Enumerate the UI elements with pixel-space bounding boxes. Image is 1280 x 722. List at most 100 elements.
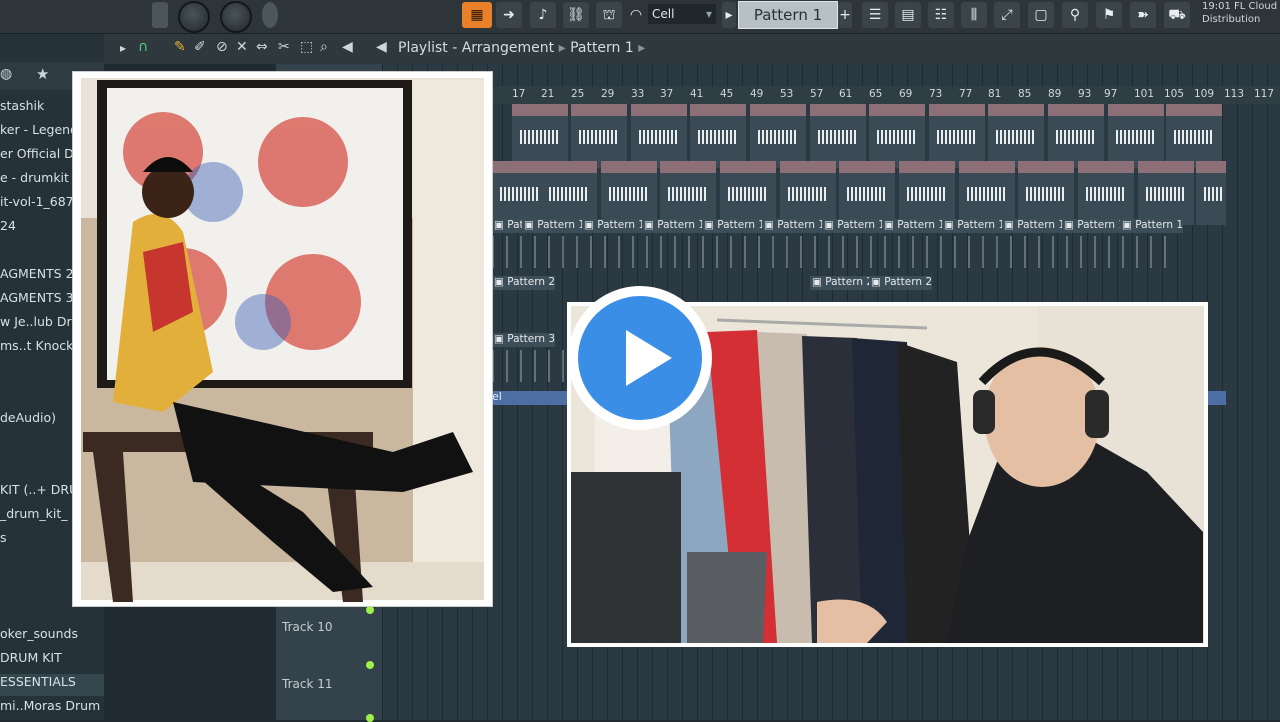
pattern-notes: [492, 236, 1166, 268]
pattern-clip-label[interactable]: ▣ Pattern 1: [942, 219, 1006, 233]
audio-clip[interactable]: [492, 161, 548, 225]
audio-clip[interactable]: [541, 161, 597, 225]
browser-item[interactable]: mi..Moras Drum Kit: [0, 698, 104, 720]
pattern-selector[interactable]: Pattern 1: [738, 1, 838, 29]
audio-clip[interactable]: [1048, 104, 1104, 168]
magnet-icon[interactable]: ∩: [138, 39, 148, 55]
pattern-prev-arrow[interactable]: ▸: [722, 2, 736, 28]
breadcrumb-arrow-icon: ▸: [638, 40, 646, 56]
audio-clip[interactable]: [988, 104, 1044, 168]
globe-icon[interactable]: ◍: [0, 66, 12, 82]
piano-roll-window-icon[interactable]: ▤: [895, 2, 921, 28]
channel-rack-icon[interactable]: ☷: [928, 2, 954, 28]
pattern-clip-label[interactable]: ▣ Pattern 3: [492, 333, 556, 347]
mixer-icon[interactable]: ⫼: [961, 2, 987, 28]
audio-clip[interactable]: [571, 104, 627, 168]
audio-clip[interactable]: [899, 161, 955, 225]
pattern-clip-text: Pattern 2: [507, 276, 556, 288]
pattern-clip-label[interactable]: ▣ Pattern 1: [822, 219, 886, 233]
delete-icon[interactable]: ⊘: [216, 39, 228, 55]
snap-select[interactable]: Cell ▾: [648, 4, 716, 24]
pattern-clip-text: Pattern 1: [1077, 219, 1126, 231]
paint-icon[interactable]: ✐: [194, 39, 206, 55]
pattern-clip-label[interactable]: ▣ Pattern 2: [492, 276, 556, 290]
audio-clip[interactable]: [660, 161, 716, 225]
audio-clip[interactable]: [810, 104, 866, 168]
plugin-icon[interactable]: ⚲: [1062, 2, 1088, 28]
pattern-clip-label[interactable]: ▣ Pattern 2: [869, 276, 933, 290]
waveform: [520, 130, 560, 144]
pattern-clip-label[interactable]: ▣ Pattern 1: [582, 219, 646, 233]
audio-clip[interactable]: [869, 104, 925, 168]
audio-clip[interactable]: [1138, 161, 1194, 225]
star-icon[interactable]: ★: [36, 65, 49, 83]
audio-clip[interactable]: [780, 161, 836, 225]
pattern-clip-label[interactable]: ▣ Pattern 1: [702, 219, 766, 233]
track-led[interactable]: [366, 661, 374, 669]
pattern-clip-label[interactable]: ▣ Pattern 1: [642, 219, 706, 233]
audio-clip[interactable]: [839, 161, 895, 225]
audio-clip[interactable]: [601, 161, 657, 225]
audio-clip[interactable]: [1078, 161, 1134, 225]
track-11-label[interactable]: Track 11: [282, 677, 332, 691]
audio-clip[interactable]: [929, 104, 985, 168]
pattern-clip-text: Pattern 1: [657, 219, 706, 231]
speaker-icon[interactable]: ◀: [342, 39, 353, 55]
ruler-tick: 41: [690, 88, 704, 100]
breadcrumb-pattern[interactable]: Pattern 1: [570, 40, 634, 56]
slice-icon[interactable]: ✂: [278, 39, 290, 55]
pattern-clip-label[interactable]: ▣ Pattern 1: [762, 219, 826, 233]
audio-clip[interactable]: [1018, 161, 1074, 225]
audio-clip[interactable]: [690, 104, 746, 168]
arrow-right-icon[interactable]: ➜: [496, 2, 522, 28]
master-pitch-knob[interactable]: [220, 1, 252, 33]
shop-icon[interactable]: ⛟: [1164, 2, 1190, 28]
audio-clip[interactable]: [631, 104, 687, 168]
link-icon[interactable]: ⛓: [563, 2, 589, 28]
audio-clip[interactable]: [720, 161, 776, 225]
browser-icon[interactable]: ▢: [1028, 2, 1054, 28]
playlist-icon[interactable]: ☰: [862, 2, 888, 28]
track-10-label[interactable]: Track 10: [282, 620, 332, 634]
playlist-title: Playlist - Arrangement: [398, 40, 555, 56]
plugin-picker-icon[interactable]: ⤢: [994, 2, 1020, 28]
slip-icon[interactable]: ⇔: [256, 39, 268, 55]
fl-cloud-panel[interactable]: 19:01 FL Cloud Distribution: [1202, 0, 1280, 30]
master-volume-knob[interactable]: [178, 1, 210, 33]
expand-arrow-icon[interactable]: ▸: [120, 41, 126, 55]
pencil-icon[interactable]: ✎: [174, 39, 186, 55]
audio-clip[interactable]: [512, 104, 568, 168]
pattern-clip-text: Pattern 1: [957, 219, 1006, 231]
level-meter[interactable]: [152, 2, 168, 28]
render-icon[interactable]: ➽: [1130, 2, 1156, 28]
browser-item[interactable]: DRUM KIT: [0, 650, 104, 672]
track-led[interactable]: [366, 714, 374, 722]
add-pattern-button[interactable]: +: [838, 2, 852, 28]
audio-clip[interactable]: [1196, 161, 1226, 225]
audio-clip[interactable]: [959, 161, 1015, 225]
pattern-clip-label[interactable]: ▣ Pattern 1: [1062, 219, 1126, 233]
play-icon[interactable]: [578, 296, 702, 420]
browser-item[interactable]: ESSENTIALS: [0, 674, 104, 696]
tempo-knob[interactable]: [262, 2, 278, 28]
playlist-menu-icon[interactable]: ◀: [376, 39, 387, 55]
audio-clip[interactable]: [1108, 104, 1164, 168]
pattern-clip-label[interactable]: ▣ Pattern 1: [1002, 219, 1066, 233]
audio-clip[interactable]: [750, 104, 806, 168]
slide-tool-icon[interactable]: ♪: [530, 2, 556, 28]
piano-roll-icon[interactable]: ▦: [462, 2, 492, 28]
browser-item[interactable]: oker_sounds: [0, 626, 104, 648]
pattern-clip-label[interactable]: ▣ Pattern 1: [522, 219, 586, 233]
waveform: [758, 130, 798, 144]
stamp-icon[interactable]: ⛫: [596, 2, 622, 28]
cloud-subtitle: Distribution: [1202, 14, 1261, 25]
pattern-clip-label[interactable]: ▣ Pattern 1: [882, 219, 946, 233]
mute-icon[interactable]: ✕: [236, 39, 248, 55]
ruler-tick: 89: [1048, 88, 1062, 100]
zoom-icon[interactable]: ⌕: [320, 39, 328, 55]
select-icon[interactable]: ⬚: [300, 39, 313, 55]
pattern-clip-label[interactable]: ▣ Pattern 2: [810, 276, 874, 290]
performance-icon[interactable]: ⚑: [1096, 2, 1122, 28]
pattern-clip-label[interactable]: ▣ Pattern 1: [1120, 219, 1184, 233]
audio-clip[interactable]: [1166, 104, 1222, 168]
